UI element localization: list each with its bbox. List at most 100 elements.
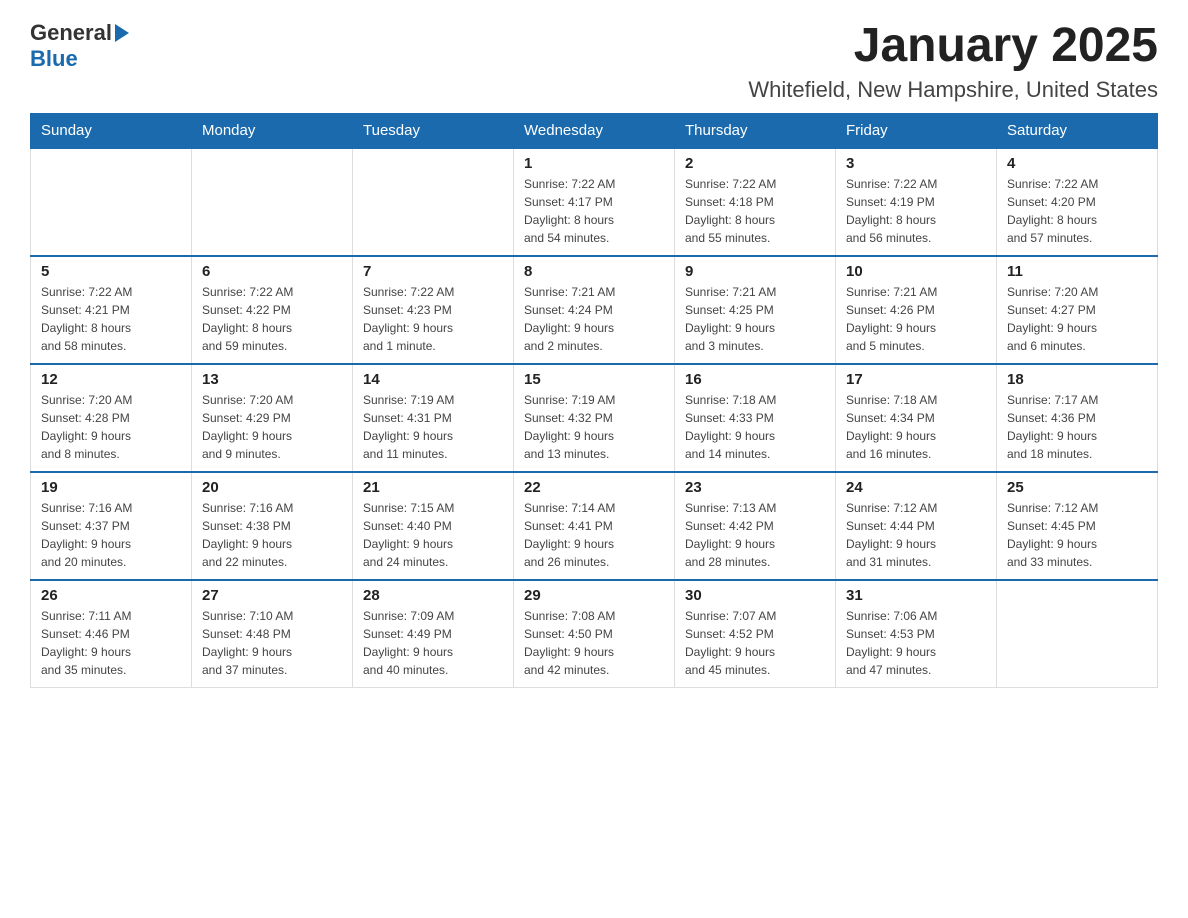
- logo-blue-text: Blue: [30, 46, 78, 72]
- week-row-3: 12Sunrise: 7:20 AM Sunset: 4:28 PM Dayli…: [31, 364, 1158, 472]
- calendar-cell: 2 Sunrise: 7:22 AM Sunset: 4:18 PM Daylig…: [675, 148, 836, 256]
- day-number: 27: [202, 587, 342, 604]
- day-number: 28: [363, 587, 503, 604]
- day-info: Sunrise: 7:20 AM Sunset: 4:27 PM Dayligh…: [1007, 283, 1147, 355]
- day-number: 18: [1007, 371, 1147, 388]
- day-info: Sunrise: 7:08 AM Sunset: 4:50 PM Dayligh…: [524, 607, 664, 679]
- calendar-cell: 29 Sunrise: 7:08 AM Sunset: 4:50 PM Dayli…: [514, 580, 675, 688]
- calendar-cell: 16 Sunrise: 7:18 AM Sunset: 4:33 PM Dayli…: [675, 364, 836, 472]
- weekday-header-thursday: Thursday: [675, 113, 836, 148]
- month-title: January 2025: [748, 20, 1158, 73]
- calendar-cell: 15Sunrise: 7:19 AM Sunset: 4:32 PM Dayli…: [514, 364, 675, 472]
- week-row-4: 19Sunrise: 7:16 AM Sunset: 4:37 PM Dayli…: [31, 472, 1158, 580]
- day-info: Sunrise: 7:18 AM Sunset: 4:33 PM Dayligh…: [685, 391, 825, 463]
- calendar-cell: [31, 148, 192, 256]
- day-info: Sunrise: 7:22 AM Sunset: 4:22 PM Dayligh…: [202, 283, 342, 355]
- day-info: Sunrise: 7:22 AM Sunset: 4:21 PM Dayligh…: [41, 283, 181, 355]
- calendar-cell: 9Sunrise: 7:21 AM Sunset: 4:25 PM Daylig…: [675, 256, 836, 364]
- day-info: Sunrise: 7:10 AM Sunset: 4:48 PM Dayligh…: [202, 607, 342, 679]
- day-number: 23: [685, 479, 825, 496]
- day-info: Sunrise: 7:22 AM Sunset: 4:19 PM Dayligh…: [846, 175, 986, 247]
- calendar-table: SundayMondayTuesdayWednesdayThursdayFrid…: [30, 113, 1158, 688]
- day-number: 5: [41, 263, 181, 280]
- day-info: Sunrise: 7:11 AM Sunset: 4:46 PM Dayligh…: [41, 607, 181, 679]
- day-info: Sunrise: 7:15 AM Sunset: 4:40 PM Dayligh…: [363, 499, 503, 571]
- calendar-cell: 27 Sunrise: 7:10 AM Sunset: 4:48 PM Dayli…: [192, 580, 353, 688]
- logo-general-text: General: [30, 20, 112, 46]
- location-title: Whitefield, New Hampshire, United States: [748, 77, 1158, 103]
- day-number: 13: [202, 371, 342, 388]
- calendar-cell: 21 Sunrise: 7:15 AM Sunset: 4:40 PM Dayli…: [353, 472, 514, 580]
- calendar-cell: 17Sunrise: 7:18 AM Sunset: 4:34 PM Dayli…: [836, 364, 997, 472]
- day-info: Sunrise: 7:14 AM Sunset: 4:41 PM Dayligh…: [524, 499, 664, 571]
- day-number: 17: [846, 371, 986, 388]
- weekday-header-saturday: Saturday: [997, 113, 1158, 148]
- day-info: Sunrise: 7:22 AM Sunset: 4:17 PM Dayligh…: [524, 175, 664, 247]
- calendar-cell: 8 Sunrise: 7:21 AM Sunset: 4:24 PM Daylig…: [514, 256, 675, 364]
- day-info: Sunrise: 7:21 AM Sunset: 4:26 PM Dayligh…: [846, 283, 986, 355]
- day-number: 8: [524, 263, 664, 280]
- day-number: 29: [524, 587, 664, 604]
- day-info: Sunrise: 7:09 AM Sunset: 4:49 PM Dayligh…: [363, 607, 503, 679]
- calendar-cell: 31 Sunrise: 7:06 AM Sunset: 4:53 PM Dayli…: [836, 580, 997, 688]
- week-row-2: 5 Sunrise: 7:22 AM Sunset: 4:21 PM Daylig…: [31, 256, 1158, 364]
- day-number: 30: [685, 587, 825, 604]
- day-number: 31: [846, 587, 986, 604]
- day-info: Sunrise: 7:12 AM Sunset: 4:44 PM Dayligh…: [846, 499, 986, 571]
- logo: General Blue: [30, 20, 129, 72]
- title-area: January 2025 Whitefield, New Hampshire, …: [748, 20, 1158, 103]
- day-number: 7: [363, 263, 503, 280]
- calendar-cell: 13 Sunrise: 7:20 AM Sunset: 4:29 PM Dayli…: [192, 364, 353, 472]
- weekday-header-row: SundayMondayTuesdayWednesdayThursdayFrid…: [31, 113, 1158, 148]
- day-info: Sunrise: 7:22 AM Sunset: 4:23 PM Dayligh…: [363, 283, 503, 355]
- day-number: 24: [846, 479, 986, 496]
- calendar-cell: 12Sunrise: 7:20 AM Sunset: 4:28 PM Dayli…: [31, 364, 192, 472]
- day-info: Sunrise: 7:19 AM Sunset: 4:32 PM Dayligh…: [524, 391, 664, 463]
- calendar-cell: 7 Sunrise: 7:22 AM Sunset: 4:23 PM Daylig…: [353, 256, 514, 364]
- calendar-cell: [192, 148, 353, 256]
- calendar-cell: [353, 148, 514, 256]
- calendar-cell: 25Sunrise: 7:12 AM Sunset: 4:45 PM Dayli…: [997, 472, 1158, 580]
- calendar-cell: 26 Sunrise: 7:11 AM Sunset: 4:46 PM Dayli…: [31, 580, 192, 688]
- calendar-cell: 20Sunrise: 7:16 AM Sunset: 4:38 PM Dayli…: [192, 472, 353, 580]
- calendar-cell: 24 Sunrise: 7:12 AM Sunset: 4:44 PM Dayli…: [836, 472, 997, 580]
- day-info: Sunrise: 7:12 AM Sunset: 4:45 PM Dayligh…: [1007, 499, 1147, 571]
- day-info: Sunrise: 7:20 AM Sunset: 4:29 PM Dayligh…: [202, 391, 342, 463]
- day-number: 19: [41, 479, 181, 496]
- logo-triangle-icon: [115, 24, 129, 42]
- page-header: General Blue January 2025 Whitefield, Ne…: [30, 20, 1158, 103]
- calendar-cell: 18Sunrise: 7:17 AM Sunset: 4:36 PM Dayli…: [997, 364, 1158, 472]
- weekday-header-friday: Friday: [836, 113, 997, 148]
- calendar-cell: 23Sunrise: 7:13 AM Sunset: 4:42 PM Dayli…: [675, 472, 836, 580]
- calendar-cell: 1 Sunrise: 7:22 AM Sunset: 4:17 PM Daylig…: [514, 148, 675, 256]
- day-info: Sunrise: 7:22 AM Sunset: 4:20 PM Dayligh…: [1007, 175, 1147, 247]
- day-number: 16: [685, 371, 825, 388]
- day-number: 21: [363, 479, 503, 496]
- calendar-cell: 6Sunrise: 7:22 AM Sunset: 4:22 PM Daylig…: [192, 256, 353, 364]
- day-info: Sunrise: 7:07 AM Sunset: 4:52 PM Dayligh…: [685, 607, 825, 679]
- day-number: 4: [1007, 155, 1147, 172]
- week-row-1: 1 Sunrise: 7:22 AM Sunset: 4:17 PM Daylig…: [31, 148, 1158, 256]
- day-number: 14: [363, 371, 503, 388]
- day-info: Sunrise: 7:06 AM Sunset: 4:53 PM Dayligh…: [846, 607, 986, 679]
- day-number: 2: [685, 155, 825, 172]
- weekday-header-monday: Monday: [192, 113, 353, 148]
- day-info: Sunrise: 7:22 AM Sunset: 4:18 PM Dayligh…: [685, 175, 825, 247]
- calendar-cell: 19Sunrise: 7:16 AM Sunset: 4:37 PM Dayli…: [31, 472, 192, 580]
- calendar-cell: [997, 580, 1158, 688]
- calendar-cell: 4 Sunrise: 7:22 AM Sunset: 4:20 PM Daylig…: [997, 148, 1158, 256]
- calendar-cell: 5 Sunrise: 7:22 AM Sunset: 4:21 PM Daylig…: [31, 256, 192, 364]
- day-number: 1: [524, 155, 664, 172]
- day-info: Sunrise: 7:19 AM Sunset: 4:31 PM Dayligh…: [363, 391, 503, 463]
- weekday-header-wednesday: Wednesday: [514, 113, 675, 148]
- day-number: 12: [41, 371, 181, 388]
- day-info: Sunrise: 7:21 AM Sunset: 4:25 PM Dayligh…: [685, 283, 825, 355]
- calendar-cell: 10Sunrise: 7:21 AM Sunset: 4:26 PM Dayli…: [836, 256, 997, 364]
- calendar-cell: 22Sunrise: 7:14 AM Sunset: 4:41 PM Dayli…: [514, 472, 675, 580]
- weekday-header-sunday: Sunday: [31, 113, 192, 148]
- calendar-cell: 11Sunrise: 7:20 AM Sunset: 4:27 PM Dayli…: [997, 256, 1158, 364]
- day-number: 26: [41, 587, 181, 604]
- day-info: Sunrise: 7:21 AM Sunset: 4:24 PM Dayligh…: [524, 283, 664, 355]
- calendar-cell: 14 Sunrise: 7:19 AM Sunset: 4:31 PM Dayli…: [353, 364, 514, 472]
- week-row-5: 26 Sunrise: 7:11 AM Sunset: 4:46 PM Dayli…: [31, 580, 1158, 688]
